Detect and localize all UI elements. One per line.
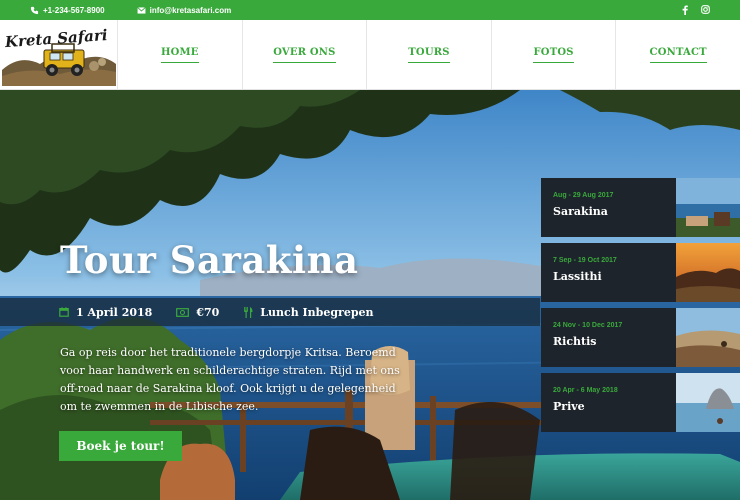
tour-card-name: Sarakina bbox=[553, 205, 608, 218]
main-nav: HOME OVER ONS TOURS FOTOS CONTACT bbox=[118, 20, 740, 90]
tour-meal: Lunch Inbegrepen bbox=[260, 305, 374, 319]
tour-card-dates: Aug - 29 Aug 2017 bbox=[553, 192, 614, 199]
nav-home[interactable]: HOME bbox=[118, 20, 243, 90]
email-contact[interactable]: info@kretasafari.com bbox=[136, 5, 232, 15]
tour-price-info: €70 bbox=[176, 306, 219, 319]
nav-over-ons[interactable]: OVER ONS bbox=[243, 20, 368, 90]
social-links bbox=[680, 4, 710, 15]
tour-meal-info: Lunch Inbegrepen bbox=[243, 305, 374, 319]
instagram-icon[interactable] bbox=[700, 4, 710, 15]
logo-text: Kreta Safari bbox=[3, 26, 108, 51]
tour-card-prive[interactable]: 20 Apr - 6 May 2018 Prive bbox=[541, 373, 740, 432]
facebook-icon[interactable] bbox=[680, 4, 690, 15]
email-address: info@kretasafari.com bbox=[149, 5, 232, 15]
tour-card-dates: 20 Apr - 6 May 2018 bbox=[553, 387, 618, 394]
tour-card-name: Richtis bbox=[553, 335, 597, 348]
site-logo[interactable]: Kreta Safari bbox=[0, 20, 118, 90]
tour-card-lassithi[interactable]: 7 Sep - 19 Oct 2017 Lassithi bbox=[541, 243, 740, 302]
cutlery-icon bbox=[244, 306, 253, 318]
phone-number: +1-234-567-8900 bbox=[43, 5, 105, 15]
tour-card-dates: 24 Nov - 10 Dec 2017 bbox=[553, 322, 623, 329]
book-tour-button[interactable]: Boek je tour! bbox=[59, 431, 182, 461]
nav-fotos[interactable]: FOTOS bbox=[492, 20, 617, 90]
tour-card-richtis[interactable]: 24 Nov - 10 Dec 2017 Richtis bbox=[541, 308, 740, 367]
money-icon bbox=[176, 307, 190, 317]
hero-title: Tour Sarakina bbox=[60, 238, 359, 282]
envelope-icon bbox=[136, 6, 146, 15]
phone-icon bbox=[30, 6, 39, 15]
top-bar: +1-234-567-8900 info@kretasafari.com bbox=[0, 0, 740, 20]
tour-date-info: 1 April 2018 bbox=[59, 306, 152, 319]
tour-price: €70 bbox=[196, 305, 220, 319]
upcoming-tours-list: Aug - 29 Aug 2017 Sarakina 7 Sep - 19 Oc… bbox=[541, 178, 740, 438]
tour-card-thumbnail bbox=[676, 178, 740, 237]
tour-date: 1 April 2018 bbox=[76, 305, 153, 319]
tour-card-thumbnail bbox=[676, 243, 740, 302]
tour-info-bar: 1 April 2018 €70 Lunch Inbegrepen bbox=[0, 298, 540, 326]
calendar-icon bbox=[59, 307, 69, 317]
tour-card-name: Prive bbox=[553, 400, 585, 413]
tour-card-thumbnail bbox=[676, 373, 740, 432]
tour-card-name: Lassithi bbox=[553, 270, 602, 283]
hero-section: Tour Sarakina 1 April 2018 €70 Lunch Inb… bbox=[0, 90, 740, 500]
hero-description: Ga op reis door het traditionele bergdor… bbox=[60, 346, 400, 413]
phone-contact[interactable]: +1-234-567-8900 bbox=[30, 6, 105, 15]
nav-contact[interactable]: CONTACT bbox=[616, 20, 740, 90]
site-header: Kreta Safari HOME OVER ONS TOURS FOTOS C… bbox=[0, 20, 740, 90]
tour-card-sarakina[interactable]: Aug - 29 Aug 2017 Sarakina bbox=[541, 178, 740, 237]
tour-card-dates: 7 Sep - 19 Oct 2017 bbox=[553, 257, 617, 264]
tour-card-thumbnail bbox=[676, 308, 740, 367]
nav-tours[interactable]: TOURS bbox=[367, 20, 492, 90]
